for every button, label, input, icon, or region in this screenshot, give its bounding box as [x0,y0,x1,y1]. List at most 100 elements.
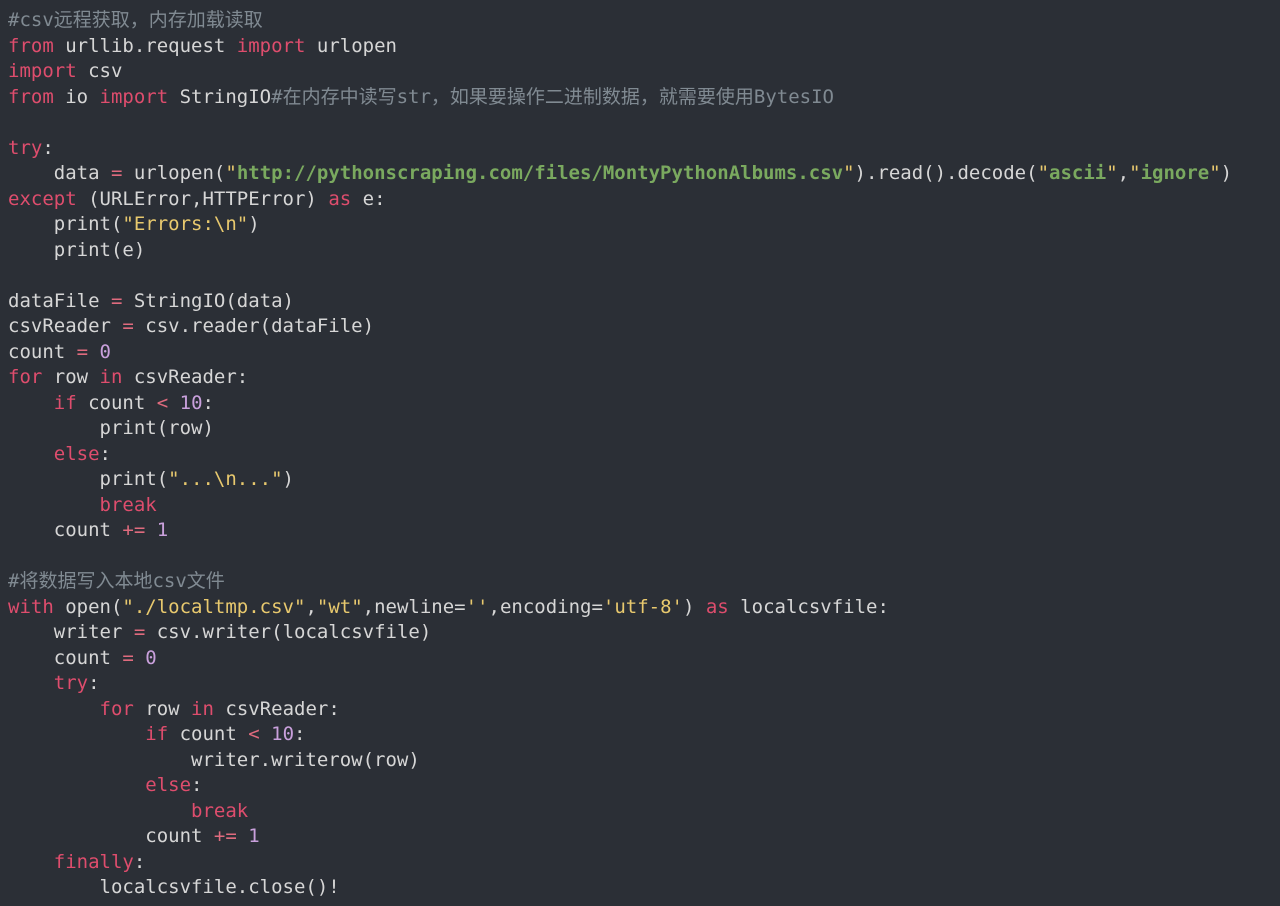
code-text: csv.writer(localcsvfile) [145,621,431,643]
string-literal: ignore [1141,162,1210,184]
code-text: count [168,723,248,745]
code-text [88,341,99,363]
keyword-import: import [237,35,306,57]
code-text [260,723,271,745]
code-text [8,774,145,796]
keyword-import: import [8,60,77,82]
number: 0 [100,341,111,363]
code-text: : [191,774,202,796]
code-text [8,723,145,745]
string: " [1106,162,1117,184]
code-text: ) [248,213,259,235]
code-text: print(e) [8,239,145,261]
number: 1 [157,519,168,541]
string-url: http://pythonscraping.com/files/MontyPyt… [237,162,843,184]
code-text: count [8,519,122,541]
string: " [225,162,236,184]
keyword-for: for [100,698,134,720]
keyword-except: except [8,188,77,210]
number: 0 [145,647,156,669]
operator: += [214,825,237,847]
code-text: ,encoding= [489,596,603,618]
keyword-as: as [328,188,351,210]
string-literal: ascii [1049,162,1106,184]
code-text: : [203,392,214,414]
code-text: csv [77,60,123,82]
operator: = [122,647,133,669]
code-text: count [8,341,77,363]
keyword-break: break [191,800,248,822]
code-text: ) [683,596,706,618]
string: 'utf-8' [603,596,683,618]
code-text [168,392,179,414]
comment: #将数据写入本地csv文件 [8,570,225,592]
string: " [1038,162,1049,184]
keyword-else: else [54,443,100,465]
code-text: : [294,723,305,745]
comment: #csv远程获取，内存加载读取 [8,9,263,31]
code-text [134,647,145,669]
operator: = [77,341,88,363]
operator: += [122,519,145,541]
keyword-from: from [8,35,54,57]
code-text: ).read().decode( [855,162,1038,184]
code-text [8,494,100,516]
code-text: e: [351,188,385,210]
keyword-in: in [191,698,214,720]
code-text: row [42,366,99,388]
string: " [1209,162,1220,184]
keyword-with: with [8,596,54,618]
code-text [8,672,54,694]
number: 1 [248,825,259,847]
code-text: csvReader: [122,366,248,388]
operator: < [248,723,259,745]
code-editor[interactable]: #csv远程获取，内存加载读取 from urllib.request impo… [0,0,1280,906]
operator: = [122,315,133,337]
code-text: urlopen [305,35,397,57]
string: "./localtmp.csv" [122,596,305,618]
keyword-try: try [8,137,42,159]
string: "wt" [317,596,363,618]
code-text: : [134,851,145,873]
code-text [145,519,156,541]
code-text: csvReader [8,315,122,337]
keyword-finally: finally [54,851,134,873]
comment: #在内存中读写str，如果要操作二进制数据，就需要使用BytesIO [271,86,834,108]
code-text: : [88,672,99,694]
string: " [843,162,854,184]
number: 10 [271,723,294,745]
string: "...\n..." [168,468,282,490]
code-text: csvReader: [214,698,340,720]
keyword-from: from [8,86,54,108]
code-text: localcsvfile.close()! [8,876,340,898]
code-text: (URLError,HTTPError) [77,188,329,210]
code-text: , [1118,162,1129,184]
code-text: : [42,137,53,159]
code-text: writer.writerow(row) [8,749,420,771]
string: " [1129,162,1140,184]
code-text: StringIO(data) [122,290,294,312]
code-text: io [54,86,100,108]
keyword-break: break [100,494,157,516]
keyword-as: as [706,596,729,618]
keyword-if: if [145,723,168,745]
code-text: ) [1221,162,1232,184]
code-text [8,392,54,414]
code-text: open( [54,596,123,618]
code-text: urlopen( [122,162,225,184]
keyword-else: else [145,774,191,796]
code-text: csv.reader(dataFile) [134,315,374,337]
keyword-if: if [54,392,77,414]
code-text: row [134,698,191,720]
number: 10 [180,392,203,414]
keyword-for: for [8,366,42,388]
string: '' [466,596,489,618]
operator: = [134,621,145,643]
code-text: : [100,443,111,465]
code-text: count [77,392,157,414]
keyword-import: import [100,86,169,108]
code-text: ) [283,468,294,490]
code-text [8,443,54,465]
keyword-try: try [54,672,88,694]
code-text: urllib.request [54,35,237,57]
